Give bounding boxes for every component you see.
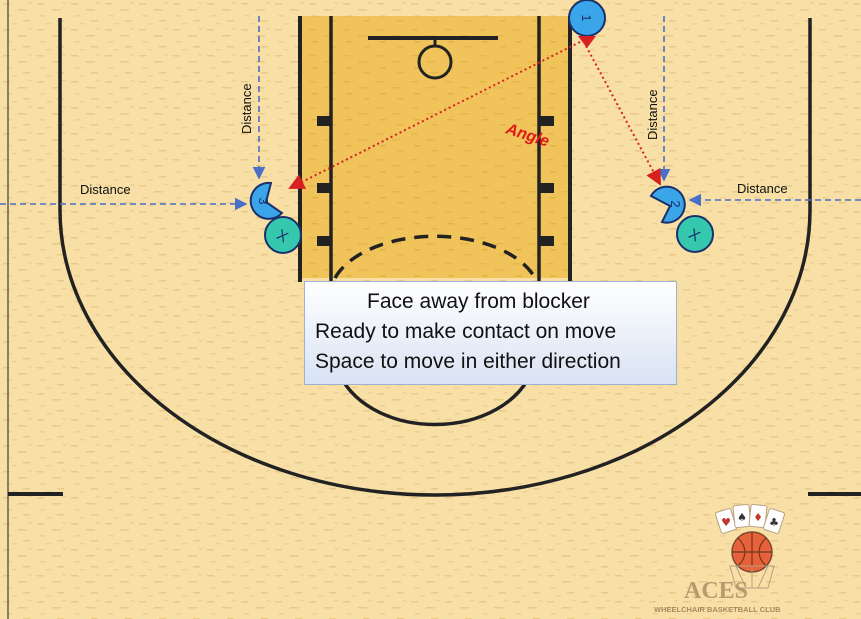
callout-line-2: Ready to make contact on move — [315, 320, 617, 343]
svg-text:♣: ♣ — [769, 516, 779, 529]
svg-text:♠: ♠ — [737, 511, 747, 524]
distance-label-left: Distance — [80, 182, 131, 197]
defender-right: X — [676, 215, 714, 253]
distance-label-right: Distance — [737, 181, 788, 196]
distance-label-right-vertical: Distance — [645, 89, 660, 140]
svg-text:3: 3 — [256, 197, 271, 204]
logo-subtitle: WHEELCHAIR BASKETBALL CLUB — [654, 605, 781, 614]
svg-text:♦: ♦ — [753, 511, 763, 524]
svg-text:1: 1 — [579, 14, 594, 21]
svg-text:2: 2 — [668, 200, 683, 207]
defender-left: X — [264, 216, 302, 254]
coaching-callout: Face away from blocker Ready to make con… — [304, 281, 677, 385]
logo-name: ACES — [684, 578, 748, 604]
svg-text:♥: ♥ — [721, 516, 731, 529]
callout-line-3: Space to move in either direction — [315, 350, 621, 373]
paint-key — [300, 16, 570, 278]
distance-label-left-vertical: Distance — [239, 83, 254, 134]
callout-line-1: Face away from blocker — [367, 290, 590, 313]
